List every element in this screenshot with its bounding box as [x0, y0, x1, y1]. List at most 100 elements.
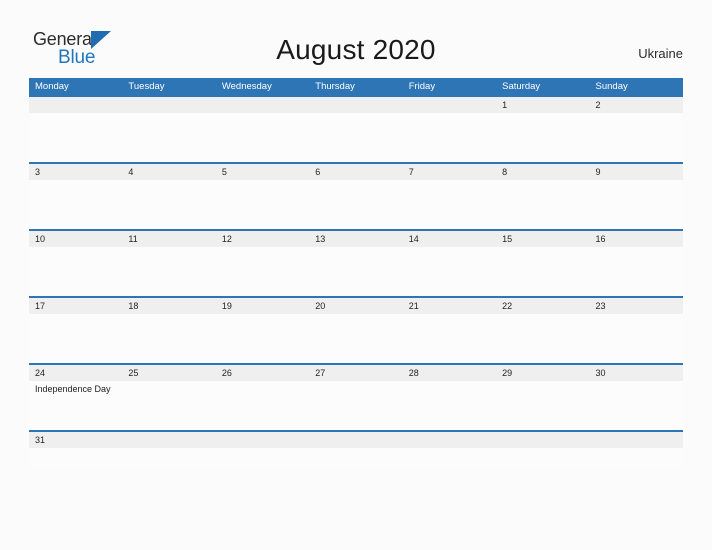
calendar-day-cell[interactable]: 17 — [29, 298, 123, 363]
day-number: 18 — [122, 298, 216, 314]
calendar-page: General Blue August 2020 Ukraine Monday T… — [0, 0, 712, 550]
day-number: 1 — [496, 97, 590, 113]
day-number: 26 — [215, 365, 310, 381]
calendar-day-cell-empty — [496, 432, 590, 468]
calendar-day-cell[interactable]: 26 — [215, 365, 310, 430]
calendar-day-cell[interactable]: 23 — [589, 298, 683, 363]
calendar-day-cell[interactable]: 18 — [122, 298, 216, 363]
day-number: 27 — [309, 365, 403, 381]
day-number: 23 — [589, 298, 683, 314]
day-number: 7 — [402, 164, 497, 180]
day-number: 11 — [122, 231, 216, 247]
calendar-day-cell[interactable]: 24 Independence Day — [29, 365, 123, 430]
calendar-day-cell-empty — [215, 97, 310, 162]
day-number — [309, 432, 403, 448]
day-number: 21 — [402, 298, 497, 314]
day-number: 19 — [215, 298, 310, 314]
day-number: 28 — [402, 365, 497, 381]
weekday-header-tuesday: Tuesday — [128, 81, 165, 92]
day-number — [402, 97, 497, 113]
calendar-day-cell-empty — [309, 432, 403, 468]
day-number — [309, 97, 403, 113]
day-number — [122, 97, 216, 113]
calendar-day-cell[interactable]: 2 — [589, 97, 683, 162]
calendar-day-cell[interactable]: 13 — [309, 231, 403, 296]
calendar-week-row: 31 — [29, 430, 683, 468]
day-number: 29 — [496, 365, 590, 381]
day-number: 3 — [29, 164, 123, 180]
day-events: Independence Day — [29, 381, 122, 395]
calendar-day-cell[interactable]: 9 — [589, 164, 683, 229]
calendar-day-cell[interactable]: 19 — [215, 298, 310, 363]
weekday-header-row: Monday Tuesday Wednesday Thursday Friday Satu… — [29, 78, 683, 95]
weekday-header-sunday: Sunday — [595, 81, 628, 92]
calendar-day-cell[interactable]: 3 — [29, 164, 123, 229]
weekday-header-wednesday: Wednesday — [221, 81, 272, 92]
day-number: 31 — [29, 432, 123, 448]
calendar-day-cell[interactable]: 20 — [309, 298, 403, 363]
weekday-header-friday: Friday — [408, 81, 436, 92]
calendar-day-cell[interactable]: 11 — [122, 231, 216, 296]
calendar-day-cell[interactable]: 30 — [589, 365, 683, 430]
day-number: 13 — [309, 231, 403, 247]
calendar-day-cell[interactable]: 27 — [309, 365, 403, 430]
day-number: 15 — [496, 231, 590, 247]
calendar-day-cell[interactable]: 28 — [402, 365, 497, 430]
calendar-week-row: 12 — [29, 95, 683, 162]
calendar-day-cell[interactable]: 21 — [402, 298, 497, 363]
calendar-week-row: 10 11 12 13 14 15 16 — [29, 229, 683, 296]
calendar-day-cell[interactable]: 4 — [122, 164, 216, 229]
calendar-week-rows: 1 2 3 4 5 6 7 8 9 10 11 12 13 14 15 16 17 18 19 20 21 22 23 24 I… — [29, 95, 683, 468]
day-number: 2 — [589, 97, 683, 113]
calendar-week-row: 24 Independence Day 25 26 27 28 29 30 — [29, 363, 683, 430]
calendar-week-row: 3456789 — [29, 162, 683, 229]
day-number: 14 — [402, 231, 497, 247]
calendar-day-cell[interactable]: 31 — [29, 432, 123, 468]
day-number: 30 — [589, 365, 683, 381]
calendar-day-cell[interactable]: 29 — [496, 365, 590, 430]
calendar-day-cell-empty — [215, 432, 310, 468]
calendar-day-cell[interactable]: 16 — [589, 231, 683, 296]
calendar-grid: Monday Tuesday Wednesday Thursday Friday Satu… — [29, 78, 683, 468]
calendar-day-cell[interactable]: 8 — [496, 164, 590, 229]
calendar-day-cell-empty — [122, 432, 216, 468]
calendar-day-cell[interactable]: 22 — [496, 298, 590, 363]
day-number: 4 — [122, 164, 216, 180]
calendar-day-cell[interactable]: 10 — [29, 231, 123, 296]
day-number: 9 — [589, 164, 683, 180]
day-number: 6 — [309, 164, 403, 180]
day-number: 17 — [29, 298, 123, 314]
calendar-day-cell-empty — [29, 97, 123, 162]
weekday-header-saturday: Saturday — [502, 81, 541, 92]
calendar-day-cell[interactable]: 5 — [215, 164, 310, 229]
calendar-day-cell-empty — [589, 432, 683, 468]
calendar-day-cell[interactable]: 15 — [496, 231, 590, 296]
day-number: 22 — [496, 298, 590, 314]
calendar-day-cell-empty — [309, 97, 403, 162]
calendar-week-row: 17 18 19 20 21 22 23 — [29, 296, 683, 363]
day-number: 20 — [309, 298, 403, 314]
holiday-label: Independence Day — [35, 384, 111, 394]
page-title: August 2020 — [276, 34, 436, 65]
calendar-day-cell[interactable]: 14 — [402, 231, 497, 296]
day-number — [589, 432, 683, 448]
day-number — [122, 432, 216, 448]
calendar-day-cell[interactable]: 7 — [402, 164, 497, 229]
day-number — [29, 97, 123, 113]
day-number — [215, 432, 310, 448]
calendar-day-cell[interactable]: 25 — [122, 365, 216, 430]
calendar-day-cell-empty — [402, 432, 497, 468]
weekday-header-monday: Monday — [35, 81, 69, 92]
day-number — [215, 97, 310, 113]
day-number: 5 — [215, 164, 310, 180]
calendar-day-cell[interactable]: 12 — [215, 231, 310, 296]
weekday-header-thursday: Thursday — [315, 81, 355, 92]
day-number: 12 — [215, 231, 310, 247]
day-number: 16 — [589, 231, 683, 247]
calendar-day-cell-empty — [122, 97, 216, 162]
calendar-day-cell-empty — [402, 97, 497, 162]
page-header: General Blue August 2020 Ukraine — [0, 0, 712, 76]
calendar-day-cell[interactable]: 6 — [309, 164, 403, 229]
day-number — [496, 432, 590, 448]
calendar-day-cell[interactable]: 1 — [496, 97, 590, 162]
